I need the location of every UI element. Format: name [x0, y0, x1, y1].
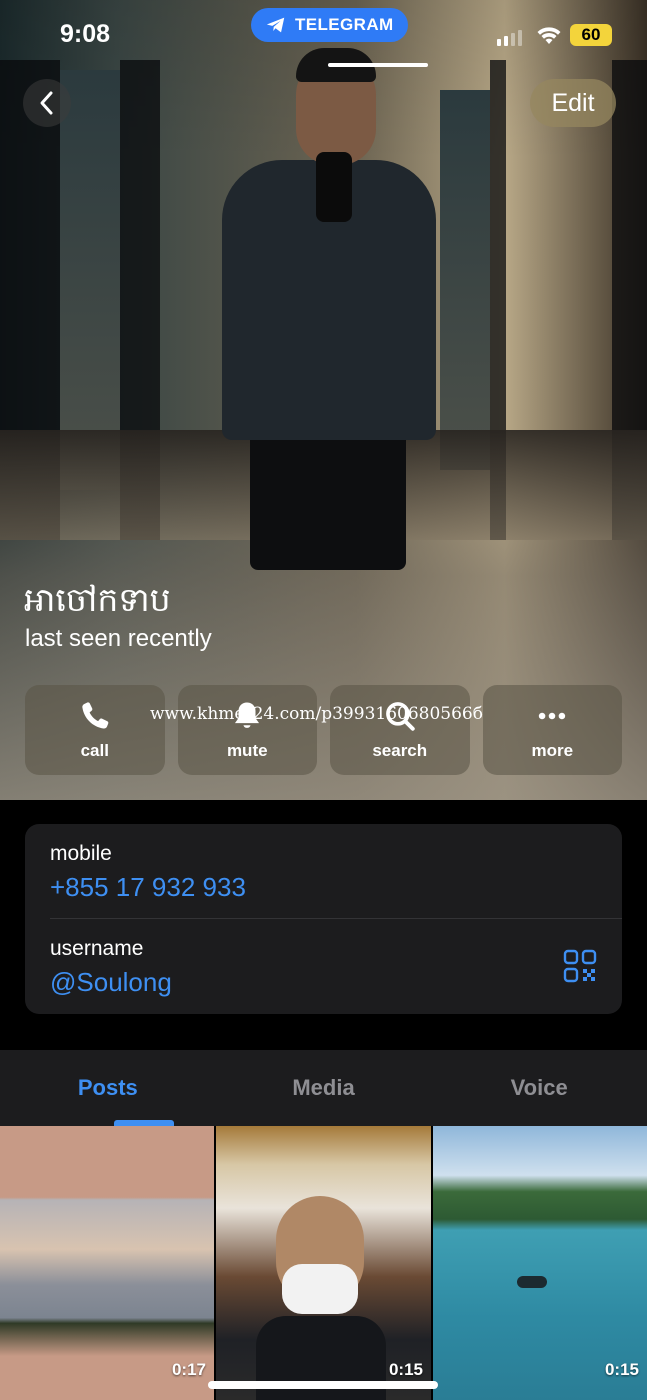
search-button[interactable]: search [330, 685, 470, 775]
mobile-number[interactable]: +855 17 932 933 [50, 872, 246, 903]
mobile-label: mobile [50, 842, 112, 865]
tab-posts[interactable]: Posts [0, 1050, 216, 1126]
posts-grid: 0:17 0:15 0:15 [0, 1126, 647, 1400]
tab-media[interactable]: Media [216, 1050, 432, 1126]
post-thumbnail[interactable]: 0:17 [0, 1126, 214, 1400]
profile-name: អាចៅកទាប [24, 580, 171, 619]
username-row[interactable]: username @Soulong [50, 937, 172, 998]
mute-button[interactable]: mute [177, 685, 317, 775]
telegram-plane-icon [266, 17, 285, 33]
video-duration: 0:15 [388, 1360, 423, 1379]
back-button[interactable] [23, 79, 71, 127]
edit-button[interactable]: Edit [530, 79, 616, 127]
action-bar: call mute search more [25, 685, 622, 775]
mirror-glass [440, 90, 490, 470]
chevron-left-icon [40, 91, 53, 115]
username-value[interactable]: @Soulong [50, 967, 172, 998]
battery-indicator: 60 [570, 24, 612, 46]
more-label: more [531, 741, 574, 760]
status-time: 9:08 [60, 20, 111, 48]
mute-label: mute [226, 741, 268, 760]
tab-voice[interactable]: Voice [431, 1050, 647, 1126]
person-legs [250, 430, 406, 570]
profile-tabs: Posts Media Voice [0, 1050, 647, 1126]
divider [50, 918, 622, 919]
wifi-icon [537, 27, 561, 44]
cellular-signal-icon [497, 30, 522, 46]
home-indicator [208, 1381, 438, 1389]
more-button[interactable]: more [482, 685, 622, 775]
mobile-row[interactable]: mobile +855 17 932 933 [50, 842, 246, 903]
phone-in-hand [316, 152, 352, 222]
contact-info-card: mobile +855 17 932 933 username @Soulong [25, 824, 622, 1014]
username-label: username [50, 937, 144, 960]
call-button[interactable]: call [25, 685, 165, 775]
more-icon [539, 712, 566, 720]
mirror-glass [60, 70, 120, 490]
post-thumbnail[interactable]: 0:15 [216, 1126, 431, 1400]
phone-icon [82, 702, 109, 729]
qr-code-icon[interactable] [563, 949, 597, 983]
search-label: search [372, 741, 428, 760]
top-indicator [328, 63, 428, 67]
call-label: call [80, 741, 109, 760]
telegram-pill-label: TELEGRAM [295, 15, 394, 34]
last-seen-status: last seen recently [25, 625, 212, 652]
swimmer [517, 1276, 547, 1288]
telegram-pill[interactable]: TELEGRAM [251, 8, 408, 42]
watermark-text: www.khmer24.com/p3993160680566б [150, 704, 483, 724]
face-mask [282, 1264, 358, 1314]
video-duration: 0:15 [604, 1360, 639, 1379]
post-thumbnail[interactable]: 0:15 [433, 1126, 647, 1400]
video-duration: 0:17 [171, 1360, 206, 1379]
